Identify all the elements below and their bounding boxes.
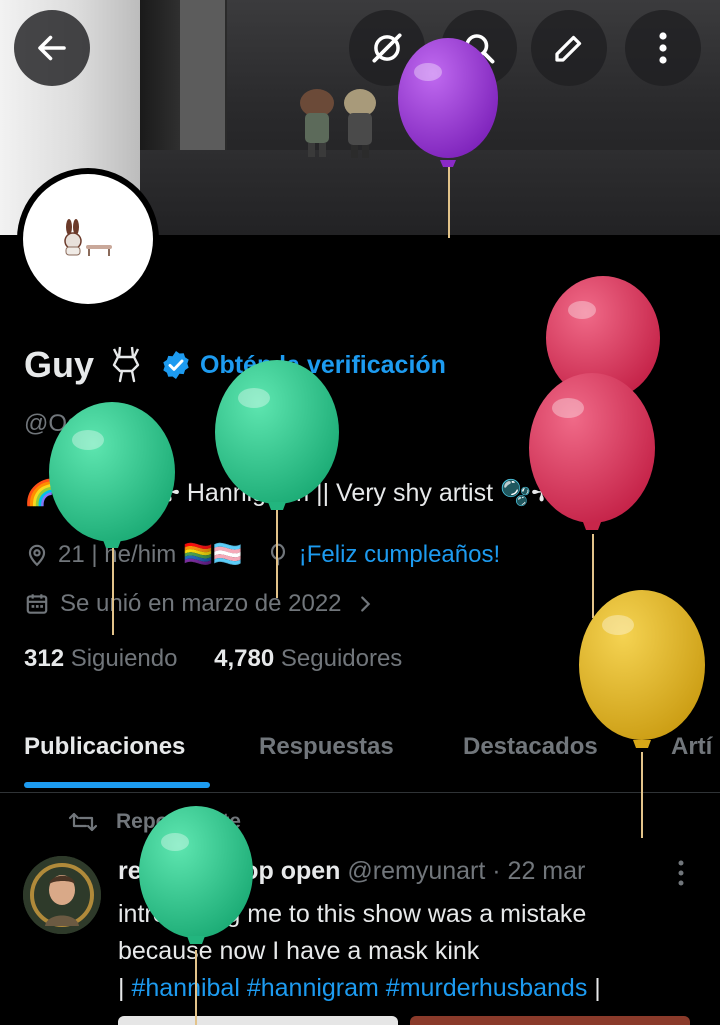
post-author-avatar[interactable]	[23, 856, 101, 934]
tab-articulos[interactable]: Artí	[671, 733, 712, 761]
post-avatar-image	[23, 856, 101, 934]
post-text-line-2: because now I have a mask kink	[118, 937, 480, 965]
followers-link[interactable]: 4,780 Seguidores	[214, 645, 402, 672]
balloon-red-1	[546, 276, 660, 490]
followers-count: 4,780	[214, 645, 275, 672]
post-media-1[interactable]	[118, 1016, 398, 1025]
post-more-button[interactable]	[670, 858, 692, 893]
grok-button[interactable]	[349, 10, 425, 86]
profile-handle: @OoYeGu	[24, 410, 140, 437]
post-header: remy ★ shop open @remyunart · 22 mar	[118, 856, 585, 886]
location-icon	[28, 544, 46, 566]
avatar-drawing	[64, 219, 112, 256]
profile-name-row: Guy Obtén la verificación	[24, 340, 446, 390]
follow-stats: 312 Siguiendo 4,780 Seguidores	[24, 645, 402, 673]
chevron-right-icon	[360, 596, 370, 612]
repost-indicator: Reposteaste	[68, 810, 241, 834]
post-date[interactable]: · 22 mar	[492, 857, 585, 885]
post-text-prefix: |	[118, 974, 125, 1002]
reindeer-emoji-icon	[112, 346, 140, 383]
more-icon	[678, 860, 684, 886]
banner-figurines	[300, 89, 376, 158]
edit-icon	[555, 35, 582, 62]
post-media-preview[interactable]	[118, 1016, 698, 1025]
edit-button[interactable]	[531, 10, 607, 86]
profile-name: Guy	[24, 344, 95, 385]
more-icon	[659, 32, 667, 64]
back-button[interactable]	[14, 10, 90, 86]
post-text: introducing me to this show was a mistak…	[118, 896, 708, 1007]
joined-row[interactable]: Se unió en marzo de 2022	[24, 590, 376, 618]
profile-avatar[interactable]	[17, 168, 159, 310]
post-text-suffix: |	[594, 974, 601, 1002]
post-author-handle[interactable]: @remyunart	[347, 857, 485, 885]
profile-meta-row: 21 | he/him 🏳️‍🌈🏳️‍⚧️ ¡Feliz cumpleaños!	[24, 540, 500, 569]
banner-door	[180, 0, 227, 160]
tab-destacados[interactable]: Destacados	[463, 733, 598, 761]
profile-bio: 🌈🌿||HEU ✢ Hannigram || Very shy artist 🫧…	[24, 479, 591, 507]
post-media-2[interactable]	[410, 1016, 690, 1025]
tab-respuestas[interactable]: Respuestas	[259, 733, 394, 761]
post-author-name[interactable]: remy ★ shop open	[118, 857, 340, 885]
verified-badge-icon[interactable]	[160, 349, 192, 381]
tab-publicaciones[interactable]: Publicaciones	[24, 733, 185, 761]
get-verified-link[interactable]: Obtén la verificación	[200, 351, 446, 380]
birthday-link[interactable]: ¡Feliz cumpleaños!	[299, 541, 500, 569]
post-text-line-1: introducing me to this show was a mistak…	[118, 900, 587, 928]
avatar-image	[23, 174, 153, 304]
profile-tabs: Publicaciones Respuestas Destacados Artí	[0, 720, 720, 793]
more-options-button[interactable]	[625, 10, 701, 86]
active-tab-indicator	[24, 782, 210, 788]
following-label: Siguiendo	[70, 645, 178, 672]
following-link[interactable]: 312 Siguiendo	[24, 645, 177, 672]
search-icon	[465, 34, 495, 64]
repost-label: Reposteaste	[116, 810, 241, 833]
post-hashtags[interactable]: #hannibal #hannigram #murderhusbands	[131, 974, 587, 1002]
profile-location: 21 | he/him 🏳️‍🌈🏳️‍⚧️	[58, 541, 243, 568]
balloon-gold	[579, 590, 705, 838]
grok-icon	[372, 33, 402, 63]
post-text-line-3: | #hannibal #hannigram #murderhusbands |	[118, 970, 708, 1007]
balloon-icon	[270, 543, 285, 565]
following-count: 312	[24, 645, 65, 672]
repost-icon	[68, 812, 98, 832]
joined-date: Se unió en marzo de 2022	[60, 590, 342, 617]
search-button[interactable]	[441, 10, 517, 86]
calendar-icon	[26, 594, 48, 614]
back-arrow-icon	[38, 35, 66, 61]
followers-label: Seguidores	[280, 645, 403, 672]
banner-floor	[140, 150, 720, 235]
